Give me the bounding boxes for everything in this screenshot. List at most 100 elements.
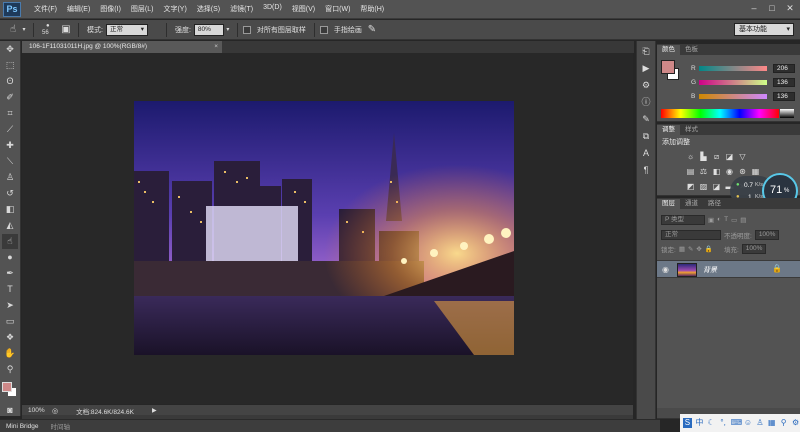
menu-type[interactable]: 文字(Y) (158, 4, 191, 14)
grid-icon[interactable]: ▦ (767, 418, 776, 428)
tab-paths[interactable]: 路径 (703, 199, 726, 209)
tab-swatches[interactable]: 色板 (680, 45, 703, 55)
history-brush-tool-icon[interactable]: ↺ (2, 186, 18, 201)
finger-painting-checkbox[interactable] (319, 25, 328, 34)
app-s-icon[interactable]: S (683, 418, 692, 428)
close-icon[interactable]: × (214, 41, 218, 53)
tab-adjustments[interactable]: 调整 (657, 125, 680, 135)
sample-all-layers-checkbox[interactable] (242, 25, 251, 34)
healing-brush-tool-icon[interactable]: ✚ (2, 138, 18, 153)
menu-3d[interactable]: 3D(D) (258, 4, 287, 14)
smudge-tool-icon[interactable]: ☝ (2, 234, 18, 249)
filter-shape-icon[interactable]: ▭ (731, 216, 737, 224)
smudge-tool-icon[interactable]: ☝ (6, 23, 20, 37)
color-swatches[interactable] (1, 381, 19, 399)
zoom-tool-icon[interactable]: ⚲ (2, 362, 18, 377)
clone-source-icon[interactable]: ⧉ (639, 129, 653, 143)
app-logo[interactable]: Ps (3, 1, 21, 17)
brush-tool-icon[interactable]: ⟍ (2, 154, 18, 169)
history-icon[interactable]: ⎗ (639, 44, 653, 58)
move-tool-icon[interactable]: ✥ (2, 42, 18, 57)
ime-zh-icon[interactable]: 中 (695, 418, 704, 428)
user-icon[interactable]: ☺ (744, 418, 753, 428)
moon-icon[interactable]: ☾ (707, 418, 716, 428)
threshold-icon[interactable]: ◪ (711, 182, 722, 192)
menu-filter[interactable]: 滤镜(T) (225, 4, 258, 14)
zoom-level[interactable]: 100% (22, 407, 52, 414)
green-slider[interactable] (699, 79, 767, 85)
black-white-icon[interactable]: ◧ (711, 167, 722, 177)
workspace-select[interactable]: 基本功能 ▾ (734, 23, 794, 36)
chevron-down-icon[interactable]: ▾ (20, 23, 28, 37)
gear-icon[interactable]: ⚙ (639, 78, 653, 92)
shirt-icon[interactable]: ♙ (755, 418, 764, 428)
menu-select[interactable]: 选择(S) (192, 4, 225, 14)
chevron-down-icon[interactable]: ▾ (224, 23, 232, 37)
status-info-icon[interactable]: ◎ (52, 407, 58, 415)
lock-pixels-icon[interactable]: ▦ (679, 245, 685, 253)
fill-field[interactable]: 100% (741, 243, 766, 254)
tab-styles[interactable]: 样式 (680, 125, 703, 135)
gear-icon[interactable]: ⚙ (791, 418, 800, 428)
mode-select[interactable]: 正常 ▾ (105, 23, 148, 36)
black-white-ramp[interactable] (780, 109, 794, 118)
eraser-tool-icon[interactable]: ◧ (2, 202, 18, 217)
lasso-tool-icon[interactable]: ʘ (2, 74, 18, 89)
quick-select-tool-icon[interactable]: ✐ (2, 90, 18, 105)
canvas-area[interactable] (22, 53, 633, 404)
color-balance-icon[interactable]: ⚖ (698, 167, 709, 177)
posterize-icon[interactable]: ▨ (698, 182, 709, 192)
menu-layer[interactable]: 图层(L) (126, 4, 159, 14)
filter-adjust-icon[interactable]: ◐ (717, 216, 721, 223)
brush-presets-icon[interactable]: ✎ (639, 112, 653, 126)
menu-view[interactable]: 视图(V) (287, 4, 320, 14)
vibrance-icon[interactable]: ▽ (737, 152, 748, 162)
lock-all-icon[interactable]: 🔒 (705, 245, 713, 253)
blue-slider[interactable] (699, 93, 767, 99)
invert-icon[interactable]: ◩ (685, 182, 696, 192)
menu-edit[interactable]: 编辑(E) (62, 4, 95, 14)
brush-preset-picker[interactable]: ● 56 (39, 22, 59, 38)
color-spectrum[interactable] (661, 109, 779, 118)
punct-icon[interactable]: °, (719, 418, 728, 428)
crop-tool-icon[interactable]: ⌗ (2, 106, 18, 121)
lock-position-icon[interactable]: ✥ (696, 245, 701, 253)
layer-row[interactable]: ◉ 背景 🔒 (657, 260, 800, 278)
3d-tool-icon[interactable]: ❖ (2, 330, 18, 345)
brightness-icon[interactable]: ☼ (685, 152, 696, 162)
menu-help[interactable]: 帮助(H) (355, 4, 389, 14)
clone-stamp-tool-icon[interactable]: ♙ (2, 170, 18, 185)
blend-mode-select[interactable]: 正常 (661, 229, 721, 240)
marquee-tool-icon[interactable]: ⬚ (2, 58, 18, 73)
eyedropper-tool-icon[interactable]: ⟋ (2, 122, 18, 137)
character-icon[interactable]: A (639, 146, 653, 160)
blue-value-field[interactable]: 136 (773, 91, 795, 101)
status-menu-icon[interactable]: ▶ (152, 407, 157, 414)
brush-panel-icon[interactable]: ▣ (59, 23, 73, 37)
filter-type-icon[interactable]: T (724, 216, 728, 223)
levels-icon[interactable]: ▙ (698, 152, 709, 162)
green-value-field[interactable]: 136 (773, 77, 795, 87)
tab-channels[interactable]: 通道 (680, 199, 703, 209)
paragraph-icon[interactable]: ¶ (639, 163, 653, 177)
shape-tool-icon[interactable]: ▭ (2, 314, 18, 329)
eye-icon[interactable]: ◉ (662, 265, 669, 274)
keyboard-icon[interactable]: ⌨ (731, 418, 743, 428)
menu-image[interactable]: 图像(I) (95, 4, 126, 14)
hand-tool-icon[interactable]: ✋ (2, 346, 18, 361)
filter-pixel-icon[interactable]: ▣ (708, 216, 714, 224)
minimize-icon[interactable]: – (748, 3, 760, 14)
lock-paint-icon[interactable]: ✎ (688, 245, 693, 253)
play-action-icon[interactable]: ▶ (639, 61, 653, 75)
info-icon[interactable]: ⓘ (639, 95, 653, 109)
pressure-pen-icon[interactable]: ✎ (365, 23, 379, 37)
pen-tool-icon[interactable]: ✒ (2, 266, 18, 281)
tab-mini-bridge[interactable]: Mini Bridge (0, 423, 45, 430)
document-image[interactable] (134, 101, 514, 355)
paint-bucket-tool-icon[interactable]: ◭ (2, 218, 18, 233)
strength-field[interactable]: 80% (193, 23, 224, 36)
red-value-field[interactable]: 206 (773, 63, 795, 73)
tab-layers[interactable]: 图层 (657, 199, 680, 209)
filter-smart-icon[interactable]: ▤ (740, 216, 746, 224)
maximize-icon[interactable]: □ (766, 3, 778, 14)
